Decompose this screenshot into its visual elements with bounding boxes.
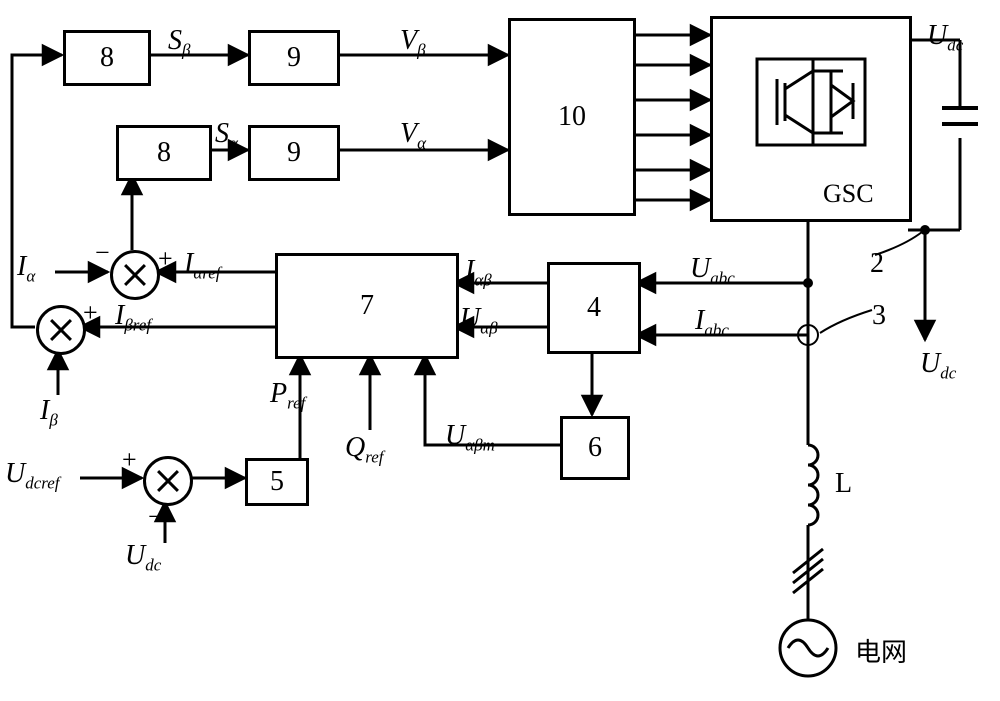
- block-9-alpha: 9: [248, 125, 340, 181]
- sign-minus: −: [49, 350, 64, 380]
- label-tag-3: 3: [872, 300, 886, 332]
- block-9-beta: 9: [248, 30, 340, 86]
- label-L: L: [835, 468, 852, 500]
- label-i-abc: Iabc: [695, 305, 729, 341]
- label-qref: Qref: [345, 432, 384, 468]
- block-4-transform: 4: [547, 262, 641, 354]
- label-grid: 电网: [855, 632, 907, 669]
- label-udc-out: Udc: [920, 348, 956, 384]
- block-8-beta: 8: [63, 30, 151, 86]
- label-u-abm: Uαβm: [445, 420, 495, 456]
- label-tag-2: 2: [870, 248, 884, 280]
- sum-alpha: [110, 250, 160, 300]
- gsc-label: GSC: [823, 179, 874, 209]
- label-v-beta: Vβ: [400, 25, 426, 61]
- label-u-ab: Uαβ: [460, 303, 498, 339]
- label-i-bref: Iβref: [115, 300, 151, 336]
- label-s-beta: Sβ: [168, 25, 190, 61]
- sum-beta: [36, 305, 86, 355]
- sum-dc: [143, 456, 193, 506]
- block-10-pwm: 10: [508, 18, 636, 216]
- label-i-ab: Iαβ: [465, 255, 492, 291]
- label-udcref: Udcref: [5, 458, 60, 494]
- gsc-converter: GSC: [710, 16, 912, 222]
- sign-minus: −: [148, 502, 163, 532]
- sign-plus: +: [83, 298, 98, 328]
- sign-plus: +: [122, 445, 137, 475]
- label-u-abc: Uabc: [690, 253, 735, 289]
- label-i-aref: Iαref: [184, 248, 221, 284]
- label-udc-top: Udc: [927, 20, 963, 56]
- label-v-alpha: Vα: [400, 118, 426, 154]
- block-5-pi: 5: [245, 458, 309, 506]
- label-s-alpha: Sα: [215, 118, 238, 154]
- block-6: 6: [560, 416, 630, 480]
- block-8-alpha: 8: [116, 125, 212, 181]
- label-i-alpha: Iα: [17, 251, 35, 287]
- block-7: 7: [275, 253, 459, 359]
- sign-minus: −: [95, 238, 110, 268]
- label-udc-fb: Udc: [125, 540, 161, 576]
- label-i-beta: Iβ: [40, 395, 58, 431]
- sign-plus: +: [158, 244, 173, 274]
- label-pref: Pref: [270, 378, 305, 414]
